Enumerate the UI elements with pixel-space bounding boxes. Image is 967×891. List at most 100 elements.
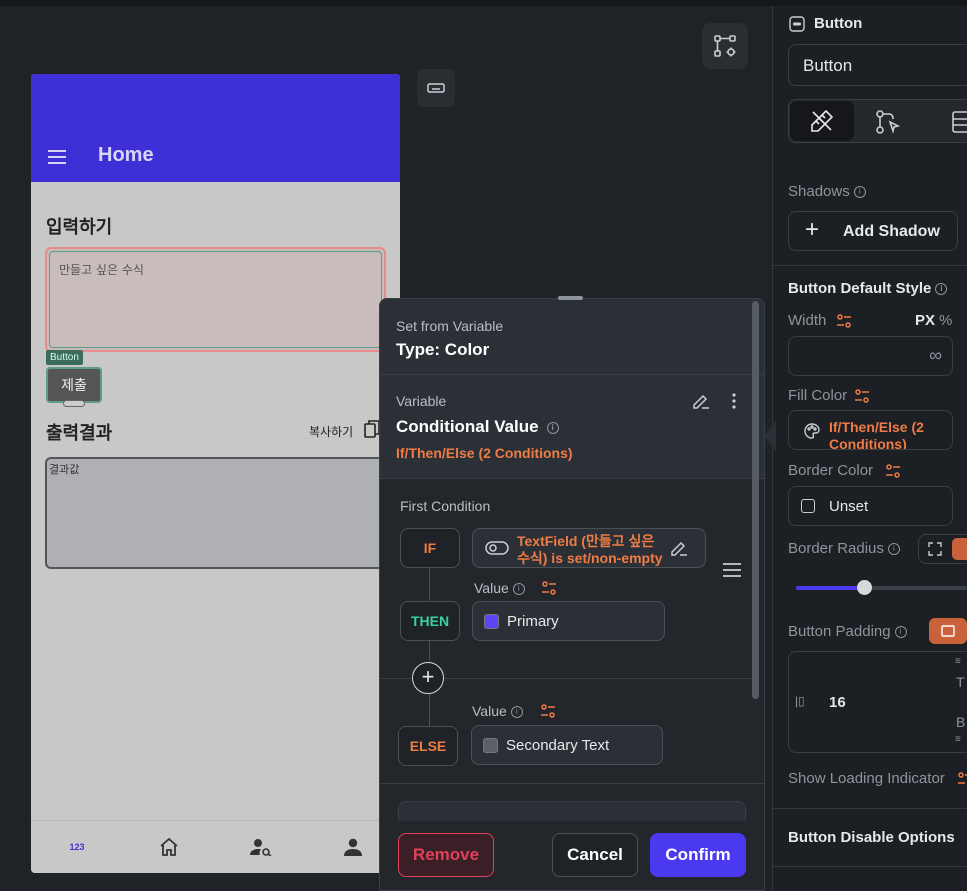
unit-px-toggle[interactable]: PX	[915, 312, 935, 329]
disable-options-heading: Button Disable Options	[788, 829, 955, 846]
result-text: 결과값	[49, 463, 80, 476]
info-icon: i	[512, 583, 525, 596]
edit-icon[interactable]	[669, 538, 689, 558]
database-icon	[952, 111, 967, 133]
else-value-box[interactable]: Secondary Text	[471, 725, 663, 765]
variable-icon[interactable]	[540, 703, 556, 719]
cancel-button[interactable]: Cancel	[552, 833, 638, 877]
modal-scrollbar[interactable]	[752, 301, 759, 699]
info-icon: i	[894, 626, 907, 639]
width-input[interactable]: ∞	[788, 336, 953, 376]
variable-name: Conditional Value i	[396, 417, 559, 437]
add-shadow-button[interactable]: + Add Shadow	[788, 211, 958, 251]
panel-divider	[772, 265, 967, 266]
result-box: 결과값	[45, 457, 390, 569]
border-color-input[interactable]: Unset	[788, 486, 953, 526]
then-value: Primary	[507, 612, 559, 630]
loading-indicator-label: Show Loading Indicator	[788, 770, 945, 787]
numbers-icon: 123	[69, 842, 85, 852]
left-padding-icon: |▯	[795, 694, 805, 708]
corners-icon	[928, 542, 942, 556]
else-value-label: Value i	[472, 703, 523, 719]
paint-tools-icon	[811, 109, 834, 132]
else-value: Secondary Text	[506, 736, 610, 754]
variable-label: Variable	[396, 393, 447, 409]
bottom-nav-bar: 123	[31, 820, 400, 873]
panel-divider	[772, 808, 967, 809]
widget-name-input[interactable]: Button	[788, 44, 967, 86]
if-condition-text: TextField (만들고 싶은 수식) is set/non-empty	[517, 533, 663, 566]
tab-backend[interactable]	[947, 108, 967, 136]
resize-handle[interactable]	[63, 400, 85, 407]
canvas-settings-button[interactable]	[702, 23, 748, 69]
person-icon	[344, 838, 362, 856]
home-icon	[160, 838, 178, 856]
flow-line	[429, 641, 430, 661]
radius-slider-track[interactable]	[796, 580, 967, 595]
top-padding-icon: ≡	[955, 656, 961, 667]
padding-mode-toggle[interactable]	[929, 618, 967, 644]
info-icon: i	[510, 706, 523, 719]
button-widget-icon	[789, 16, 805, 32]
top-padding-label: T	[956, 674, 965, 690]
remove-button[interactable]: Remove	[398, 833, 494, 877]
add-shadow-label: Add Shadow	[843, 223, 940, 240]
info-icon: i	[887, 543, 900, 556]
confirm-button[interactable]: Confirm	[650, 833, 746, 877]
submit-button[interactable]: 제출	[46, 367, 102, 403]
padding-editor[interactable]: |▯ 16 ≡ T B ≡	[788, 651, 967, 753]
plus-icon: +	[805, 216, 820, 243]
keyboard-toggle-button[interactable]	[417, 69, 455, 107]
app-bar-title: Home	[98, 144, 154, 166]
radius-all-selected	[952, 538, 967, 560]
section-divider	[380, 783, 764, 784]
modal-subtitle: Set from Variable	[396, 318, 504, 334]
if-condition-box[interactable]: TextField (만들고 싶은 수식) is set/non-empty	[472, 528, 706, 568]
copy-icon[interactable]	[364, 420, 380, 438]
nav-item-home[interactable]	[157, 835, 181, 859]
nav-item-profile[interactable]	[341, 835, 365, 859]
variable-icon[interactable]	[854, 388, 870, 404]
radius-mode-toggle[interactable]	[918, 534, 967, 564]
variable-icon[interactable]	[957, 771, 967, 787]
modal-drag-handle[interactable]	[558, 296, 583, 300]
color-swatch	[484, 613, 499, 629]
border-color-label: Border Color	[788, 462, 874, 479]
info-icon: i	[935, 283, 948, 296]
modal-header: Set from Variable Type: Color	[380, 299, 764, 375]
panel-tabs	[788, 99, 967, 143]
person-search-icon	[250, 839, 272, 856]
edit-icon[interactable]	[691, 391, 711, 411]
text-field-placeholder: 만들고 싶은 수식	[59, 263, 144, 277]
nav-item-search-person[interactable]	[249, 835, 273, 859]
then-value-label: Value i	[474, 580, 525, 596]
width-value: ∞	[929, 345, 942, 365]
left-padding-value: 16	[829, 694, 846, 711]
color-swatch	[483, 737, 498, 753]
fill-color-input[interactable]: If/Then/Else (2 Conditions)	[788, 410, 953, 450]
else-tag: ELSE	[398, 726, 458, 766]
variable-icon[interactable]	[541, 580, 557, 596]
variable-icon[interactable]	[885, 463, 901, 479]
padding-all-icon	[941, 625, 955, 637]
variable-section: Variable Conditional Value i If/Then/Else…	[380, 375, 764, 479]
unit-percent-toggle[interactable]: %	[939, 312, 952, 329]
add-condition-button[interactable]: +	[412, 662, 444, 694]
menu-icon[interactable]	[48, 150, 66, 164]
formula-text-field[interactable]: 만들고 싶은 수식	[45, 247, 386, 352]
default-style-heading: Button Default Style i	[788, 280, 948, 297]
drag-handle-icon[interactable]	[722, 563, 742, 577]
info-icon: i	[546, 421, 559, 434]
nav-item-calc[interactable]: 123	[65, 835, 89, 859]
info-icon: i	[853, 186, 866, 199]
bottom-padding-label: B	[956, 714, 966, 730]
variable-icon[interactable]	[836, 313, 852, 329]
variable-summary: If/Then/Else (2 Conditions)	[396, 445, 573, 461]
tab-actions[interactable]	[873, 108, 903, 136]
more-options-icon[interactable]	[731, 391, 737, 411]
copy-label[interactable]: 복사하기	[309, 423, 353, 440]
tab-properties[interactable]	[790, 101, 854, 141]
then-value-box[interactable]: Primary	[472, 601, 665, 641]
border-color-value: Unset	[829, 498, 869, 515]
if-tag: IF	[400, 528, 460, 568]
